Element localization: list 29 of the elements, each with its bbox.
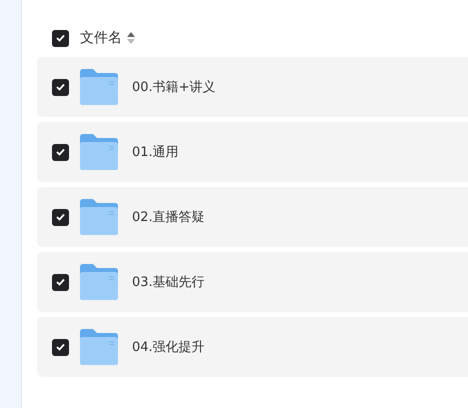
check-icon: [56, 343, 65, 351]
row-checkbox[interactable]: [52, 144, 69, 160]
folder-name: 01.通用: [132, 144, 179, 161]
folder-icon: [80, 329, 118, 365]
sort-icon[interactable]: [127, 31, 135, 45]
row-checkbox[interactable]: [52, 208, 69, 226]
file-row[interactable]: 00.书籍+讲义: [37, 57, 468, 117]
check-icon: [56, 34, 65, 42]
folder-name: 00.书籍+讲义: [132, 79, 216, 96]
folder-name: 04.强化提升: [132, 339, 205, 356]
row-checkbox[interactable]: [52, 78, 69, 96]
file-row[interactable]: 04.强化提升: [37, 317, 468, 377]
select-all-checkbox[interactable]: [52, 30, 69, 46]
folder-icon: [80, 199, 118, 235]
folder-name: 02.直播答疑: [132, 209, 205, 226]
check-icon: [56, 213, 65, 221]
check-icon: [56, 148, 65, 156]
file-row[interactable]: 02.直播答疑: [37, 187, 468, 247]
folder-icon: [80, 134, 118, 170]
check-icon: [56, 278, 65, 286]
folder-icon: [80, 264, 118, 300]
folder-name: 03.基础先行: [132, 274, 205, 291]
row-checkbox[interactable]: [52, 338, 69, 356]
file-row[interactable]: 01.通用: [37, 122, 468, 182]
check-icon: [56, 83, 65, 91]
folder-icon: [80, 69, 118, 105]
row-checkbox[interactable]: [52, 274, 69, 290]
file-row[interactable]: 03.基础先行: [37, 252, 468, 312]
column-header[interactable]: 文件名: [80, 29, 122, 47]
